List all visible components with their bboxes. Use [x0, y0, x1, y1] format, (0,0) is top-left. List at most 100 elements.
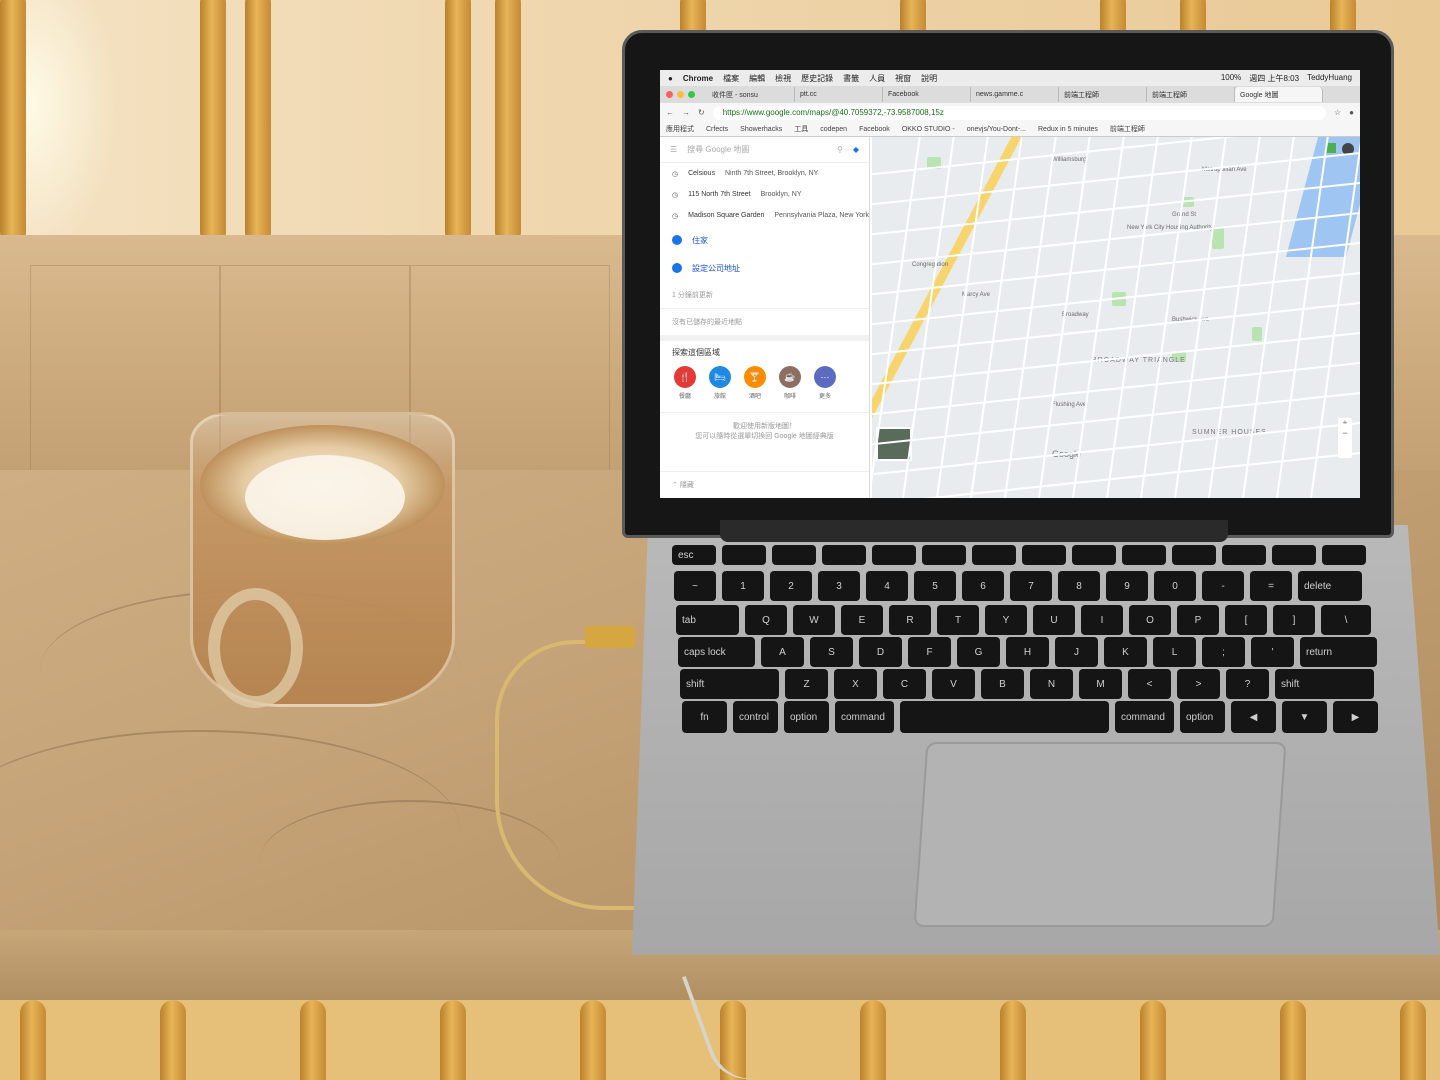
browser-tab[interactable]: 收件匣 - sonsu — [707, 87, 795, 102]
keyboard-key[interactable]: shift — [1275, 669, 1374, 699]
keyboard-key[interactable] — [722, 545, 766, 565]
bookmark-item[interactable]: Facebook — [859, 126, 890, 133]
saved-place-home[interactable]: 住家 — [660, 226, 869, 254]
close-window-button[interactable] — [666, 91, 673, 98]
keyboard-key[interactable]: ] — [1273, 605, 1315, 635]
menu-item[interactable]: 編輯 — [749, 73, 765, 84]
keyboard-key[interactable]: fn — [682, 701, 727, 733]
keyboard-key[interactable]: command — [835, 701, 894, 733]
keyboard-key[interactable] — [922, 545, 966, 565]
browser-tab[interactable]: 前端工程師 — [1059, 87, 1147, 102]
keyboard-key[interactable]: G — [957, 637, 1000, 667]
keyboard-key[interactable] — [1072, 545, 1116, 565]
clock[interactable]: 週四 上午8:03 — [1249, 73, 1299, 84]
keyboard-key[interactable]: Z — [785, 669, 828, 699]
keyboard-key[interactable] — [972, 545, 1016, 565]
keyboard-key[interactable]: I — [1081, 605, 1123, 635]
directions-icon[interactable]: ◆ — [853, 145, 859, 154]
keyboard-key[interactable]: \ — [1321, 605, 1371, 635]
explore-category[interactable]: 🍴 餐廳 — [674, 366, 696, 400]
keyboard-key[interactable]: ~ — [674, 571, 716, 601]
bookmark-item[interactable]: 工具 — [794, 124, 808, 134]
menubar-app-name[interactable]: Chrome — [683, 74, 713, 83]
keyboard-key[interactable]: return — [1300, 637, 1377, 667]
forward-icon[interactable]: → — [682, 108, 690, 117]
explore-category[interactable]: 🛏 旅館 — [709, 366, 731, 400]
footer-sub[interactable]: 您可以隨時從選單切換回 Google 地圖經典版 — [672, 431, 857, 441]
keyboard-key[interactable]: 2 — [770, 571, 812, 601]
map-canvas[interactable]: Williamsburg New York City Housing Autho… — [872, 137, 1360, 498]
keyboard-key[interactable]: Q — [745, 605, 787, 635]
keyboard-key[interactable]: 8 — [1058, 571, 1100, 601]
keyboard-key[interactable]: W — [793, 605, 835, 635]
keyboard-key[interactable] — [1222, 545, 1266, 565]
keyboard-key[interactable]: option — [784, 701, 829, 733]
recent-search-item[interactable]: ◷ 115 North 7th Street Brooklyn, NY — [660, 184, 869, 205]
keyboard-key[interactable]: caps lock — [678, 637, 755, 667]
keyboard-key[interactable]: U — [1033, 605, 1075, 635]
keyboard-key[interactable]: F — [908, 637, 951, 667]
keyboard-key[interactable]: N — [1030, 669, 1073, 699]
bookmark-item[interactable]: codepen — [820, 126, 847, 133]
menu-icon[interactable]: ☰ — [670, 145, 677, 154]
browser-tab[interactable]: Google 地圖 — [1235, 87, 1323, 102]
keyboard-key[interactable]: H — [1006, 637, 1049, 667]
menu-item[interactable]: 人員 — [869, 73, 885, 84]
profile-avatar[interactable]: ● — [1349, 108, 1354, 117]
keyboard-key[interactable]: delete — [1298, 571, 1362, 601]
keyboard-key[interactable]: J — [1055, 637, 1098, 667]
browser-tab[interactable]: ptt.cc — [795, 87, 883, 102]
keyboard-key[interactable]: option — [1180, 701, 1225, 733]
bookmark-item[interactable]: onevjs/You-Dont-... — [967, 126, 1026, 133]
keyboard-key[interactable]: ◀ — [1231, 701, 1276, 733]
keyboard-key[interactable] — [1022, 545, 1066, 565]
bookmark-item[interactable]: OKKO STUDIO - — [902, 126, 955, 133]
keyboard-key[interactable]: Y — [985, 605, 1027, 635]
keyboard-key[interactable]: 6 — [962, 571, 1004, 601]
keyboard-key[interactable]: = — [1250, 571, 1292, 601]
keyboard-key[interactable]: E — [841, 605, 883, 635]
explore-category[interactable]: ⋯ 更多 — [814, 366, 836, 400]
keyboard-key[interactable]: S — [810, 637, 853, 667]
keyboard-key[interactable]: L — [1153, 637, 1196, 667]
keyboard-key[interactable]: ▶ — [1333, 701, 1378, 733]
keyboard-key[interactable]: > — [1177, 669, 1220, 699]
keyboard-key[interactable]: 3 — [818, 571, 860, 601]
keyboard-key[interactable]: 9 — [1106, 571, 1148, 601]
keyboard-key[interactable] — [1272, 545, 1316, 565]
menu-item[interactable]: 檔案 — [723, 73, 739, 84]
keyboard-key[interactable]: M — [1079, 669, 1122, 699]
recent-search-item[interactable]: ◷ Madison Square Garden Pennsylvania Plaza… — [660, 205, 869, 226]
keyboard-key[interactable]: 0 — [1154, 571, 1196, 601]
keyboard-key[interactable] — [822, 545, 866, 565]
keyboard-key[interactable]: T — [937, 605, 979, 635]
keyboard-key[interactable]: B — [981, 669, 1024, 699]
menu-item[interactable]: 說明 — [921, 73, 937, 84]
keyboard-key[interactable]: C — [883, 669, 926, 699]
recent-search-item[interactable]: ◷ Celsious Ninth 7th Street, Brooklyn, NY — [660, 163, 869, 184]
keyboard-key[interactable] — [1172, 545, 1216, 565]
keyboard-key[interactable]: tab — [676, 605, 739, 635]
keyboard-key[interactable]: control — [733, 701, 778, 733]
keyboard-key[interactable]: P — [1177, 605, 1219, 635]
keyboard-key[interactable]: ; — [1202, 637, 1245, 667]
keyboard-key[interactable] — [772, 545, 816, 565]
user-name[interactable]: TeddyHuang — [1307, 73, 1352, 84]
apple-icon[interactable]: ● — [668, 74, 673, 83]
back-icon[interactable]: ← — [666, 108, 674, 117]
star-icon[interactable]: ☆ — [1334, 108, 1341, 117]
bookmark-item[interactable]: Redux in 5 minutes — [1038, 126, 1098, 133]
browser-tab[interactable]: news.gamme.c — [971, 87, 1059, 102]
keyboard-key[interactable] — [872, 545, 916, 565]
keyboard-key[interactable]: - — [1202, 571, 1244, 601]
explore-category[interactable]: ☕ 咖啡 — [779, 366, 801, 400]
browser-tab[interactable]: Facebook — [883, 87, 971, 102]
keyboard-key[interactable]: command — [1115, 701, 1174, 733]
bookmark-item[interactable]: Showerhacks — [740, 126, 782, 133]
keyboard-key[interactable] — [1122, 545, 1166, 565]
bookmark-item[interactable]: 應用程式 — [666, 124, 694, 134]
keyboard-key[interactable]: V — [932, 669, 975, 699]
reload-icon[interactable]: ↻ — [698, 108, 705, 117]
keyboard-key[interactable]: 5 — [914, 571, 956, 601]
keyboard-key[interactable]: 1 — [722, 571, 764, 601]
